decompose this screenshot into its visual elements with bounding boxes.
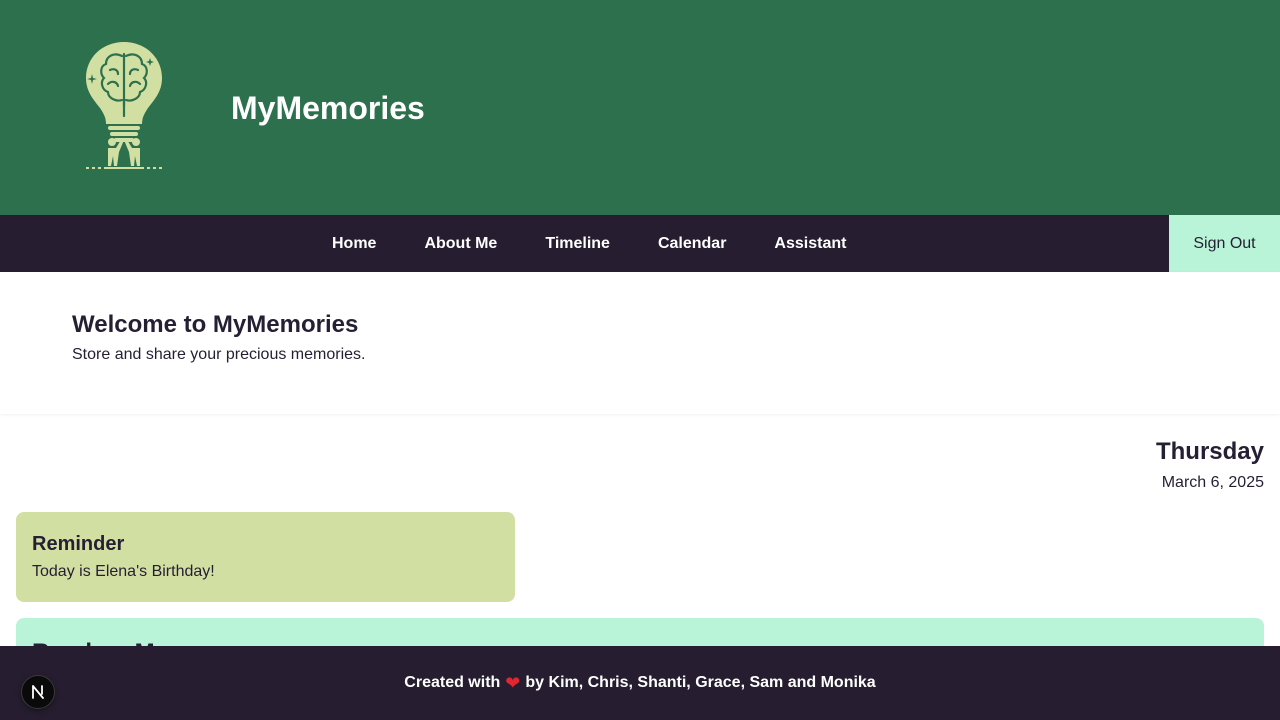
nav-link-about-me[interactable]: About Me [400,215,521,272]
welcome-title: Welcome to MyMemories [72,311,359,338]
current-date: March 6, 2025 [1161,474,1264,491]
next-n-icon[interactable] [21,675,55,709]
sign-out-button[interactable]: Sign Out [1169,215,1280,272]
welcome-section: Welcome to MyMemories Store and share yo… [0,272,1280,414]
footer: Created with ❤ by Kim, Chris, Shanti, Gr… [0,646,1280,720]
footer-prefix: Created with [404,674,501,691]
main-nav: Home About Me Timeline Calendar Assistan… [0,215,1280,272]
nav-links: Home About Me Timeline Calendar Assistan… [308,215,870,272]
app-header: MyMemories [0,0,1280,215]
brain-lightbulb-logo-icon [86,42,162,169]
reminder-text: Today is Elena's Birthday! [32,563,215,580]
reminder-title: Reminder [32,533,125,555]
current-day: Thursday [1155,438,1264,465]
nav-link-home[interactable]: Home [308,215,400,272]
nav-link-timeline[interactable]: Timeline [521,215,634,272]
nav-link-calendar[interactable]: Calendar [634,215,750,272]
next-logo-glyph [32,685,44,699]
app-title: MyMemories [231,90,425,126]
reminder-card: Reminder Today is Elena's Birthday! [16,512,515,602]
nav-link-assistant[interactable]: Assistant [750,215,870,272]
footer-credits: by Kim, Chris, Shanti, Grace, Sam and Mo… [525,674,876,691]
welcome-subtitle: Store and share your precious memories. [72,346,366,363]
heart-icon: ❤ [505,672,521,693]
